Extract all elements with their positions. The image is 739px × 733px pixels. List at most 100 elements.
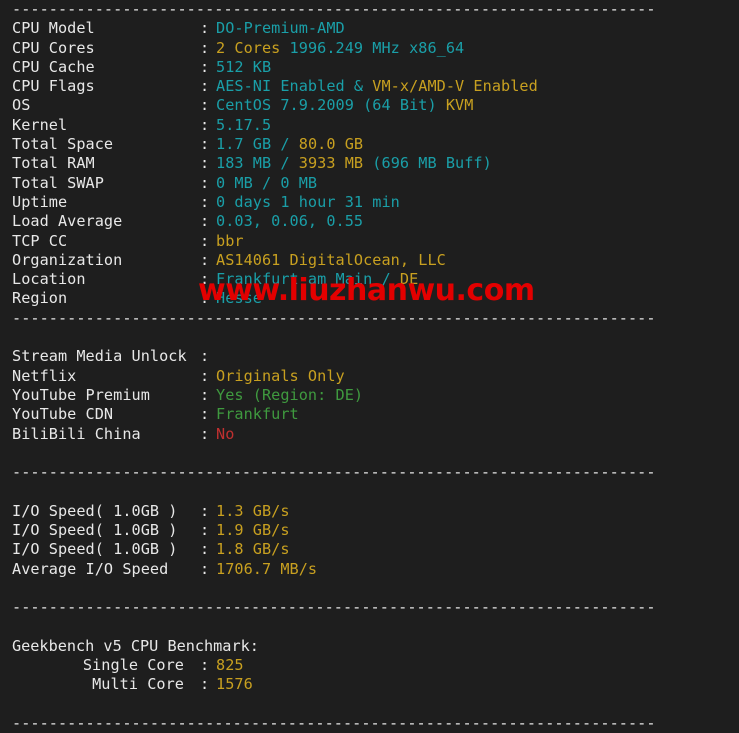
row-label: Single Core [82,656,184,675]
system-info-row: CPU Flags: AES-NI Enabled & VM-x/AMD-V En… [0,77,739,96]
separator-bottom: ----------------------------------------… [12,713,656,732]
io-speed-row: Average I/O Speed:1706.7 MB/s [0,560,739,579]
row-label: I/O Speed( 1.0GB ) [12,501,178,520]
row-colon: : [200,19,210,38]
row-colon: : [200,270,210,289]
row-colon: : [200,57,210,76]
row-colon: : [200,135,210,154]
system-info-row: CPU Cores:2 Cores 1996.249 MHz x86_64 [0,39,739,58]
row-label: Organization [12,250,123,269]
row-label: YouTube Premium [12,385,150,404]
row-value: 1.8 GB/s [216,540,290,559]
row-label: Total Space [12,135,114,154]
value-part: 1576 [216,675,253,694]
row-label: Netflix [12,366,77,385]
row-label: Multi Core [92,675,184,694]
row-value: 1706.7 MB/s [216,560,317,579]
value-part: 512 KB [216,57,272,76]
value-part: 5.17.5 [216,115,272,134]
separator-after-system: ----------------------------------------… [12,308,656,327]
row-value: DO-Premium-AMD [216,19,345,38]
value-part: 0.03, 0.06, 0.55 [216,212,364,231]
terminal-output: ----------------------------------------… [0,0,739,732]
row-colon: : [200,405,210,424]
system-info-row: Total RAM:183 MB / 3933 MB (696 MB Buff) [0,154,739,173]
row-colon: : [200,501,210,520]
row-value: Hesse [216,289,262,308]
row-value: 825 [216,656,244,675]
stream-media-row: Stream Media Unlock: [0,347,739,366]
row-colon: : [200,115,210,134]
row-colon: : [200,385,210,404]
row-colon: : [200,154,210,173]
value-part: 1.9 GB/s [216,521,290,540]
io-speed-row: I/O Speed( 1.0GB ):1.9 GB/s [0,521,739,540]
value-part: 0 days 1 hour 31 min [216,192,400,211]
row-label: OS [12,96,31,115]
row-value: 1.7 GB / 80.0 GB [216,135,363,154]
row-value: Yes (Region: DE) [216,386,363,405]
stream-media-row: Netflix: Originals Only [0,367,739,386]
separator-after-io: ----------------------------------------… [12,598,656,617]
row-colon: : [200,656,210,675]
row-colon: : [200,38,210,57]
row-colon: : [200,347,210,366]
system-info-row: Total SWAP:0 MB / 0 MB [0,174,739,193]
system-info-row: TCP CC: bbr [0,232,739,251]
row-value: Frankfurt am Main / DE [216,270,418,289]
stream-media-section: Stream Media Unlock: Netflix: Originals On… [0,347,739,443]
value-part: AES-NI Enabled & [216,77,373,96]
row-colon: : [200,77,210,96]
value-part: No [216,424,235,443]
row-value: 512 KB [216,58,271,77]
row-colon: : [200,424,210,443]
separator-after-stream: ----------------------------------------… [12,463,656,482]
system-info-section: CPU Model: DO-Premium-AMD CPU Cores:2 Core… [0,19,739,308]
row-label: Total SWAP [12,173,104,192]
geekbench-heading: Geekbench v5 CPU Benchmark: [12,636,259,655]
value-part: 80.0 GB [298,135,364,154]
value-part: Frankfurt [216,405,299,424]
value-part: KVM [445,96,474,115]
row-label: Total RAM [12,154,95,173]
value-part: CentOS 7.9.2009 (64 Bit) [216,96,446,115]
row-value: 0 MB / 0 MB [216,174,317,193]
io-speed-row: I/O Speed( 1.0GB ):1.8 GB/s [0,540,739,559]
geekbench-row: Multi Core:1576 [0,675,739,694]
system-info-row: Organization: AS14061 DigitalOcean, LLC [0,251,739,270]
row-label: Location [12,270,86,289]
row-value: 1.9 GB/s [216,521,290,540]
row-value: 1.3 GB/s [216,502,290,521]
system-info-row: Region: Hesse [0,289,739,308]
value-part: 1996.249 MHz x86_64 [280,38,465,57]
stream-media-row: YouTube Premium: Yes (Region: DE) [0,386,739,405]
row-colon: : [200,559,210,578]
value-part: 1.8 GB/s [216,540,290,559]
row-value: 1576 [216,675,253,694]
row-colon: : [200,173,210,192]
value-part: 1706.7 MB/s [216,559,318,578]
row-label: CPU Cores [12,38,95,57]
value-part: Yes (Region: DE) [216,385,364,404]
row-value: Frankfurt [216,405,299,424]
row-value: Originals Only [216,367,345,386]
stream-media-row: BiliBili China: No [0,425,739,444]
value-part: 1.7 GB / [216,135,299,154]
row-value: bbr [216,232,244,251]
row-label: BiliBili China [12,424,141,443]
row-colon: : [200,250,210,269]
row-label: Region [12,289,68,308]
value-part: 183 MB / [216,154,299,173]
system-info-row: CPU Model: DO-Premium-AMD [0,19,739,38]
geekbench-row: Single Core:825 [0,656,739,675]
value-part: Originals Only [216,366,345,385]
row-value: 2 Cores 1996.249 MHz x86_64 [216,39,464,58]
row-label: TCP CC [12,231,68,250]
row-colon: : [200,96,210,115]
io-speed-section: I/O Speed( 1.0GB ):1.3 GB/s I/O Speed( 1.… [0,502,739,579]
